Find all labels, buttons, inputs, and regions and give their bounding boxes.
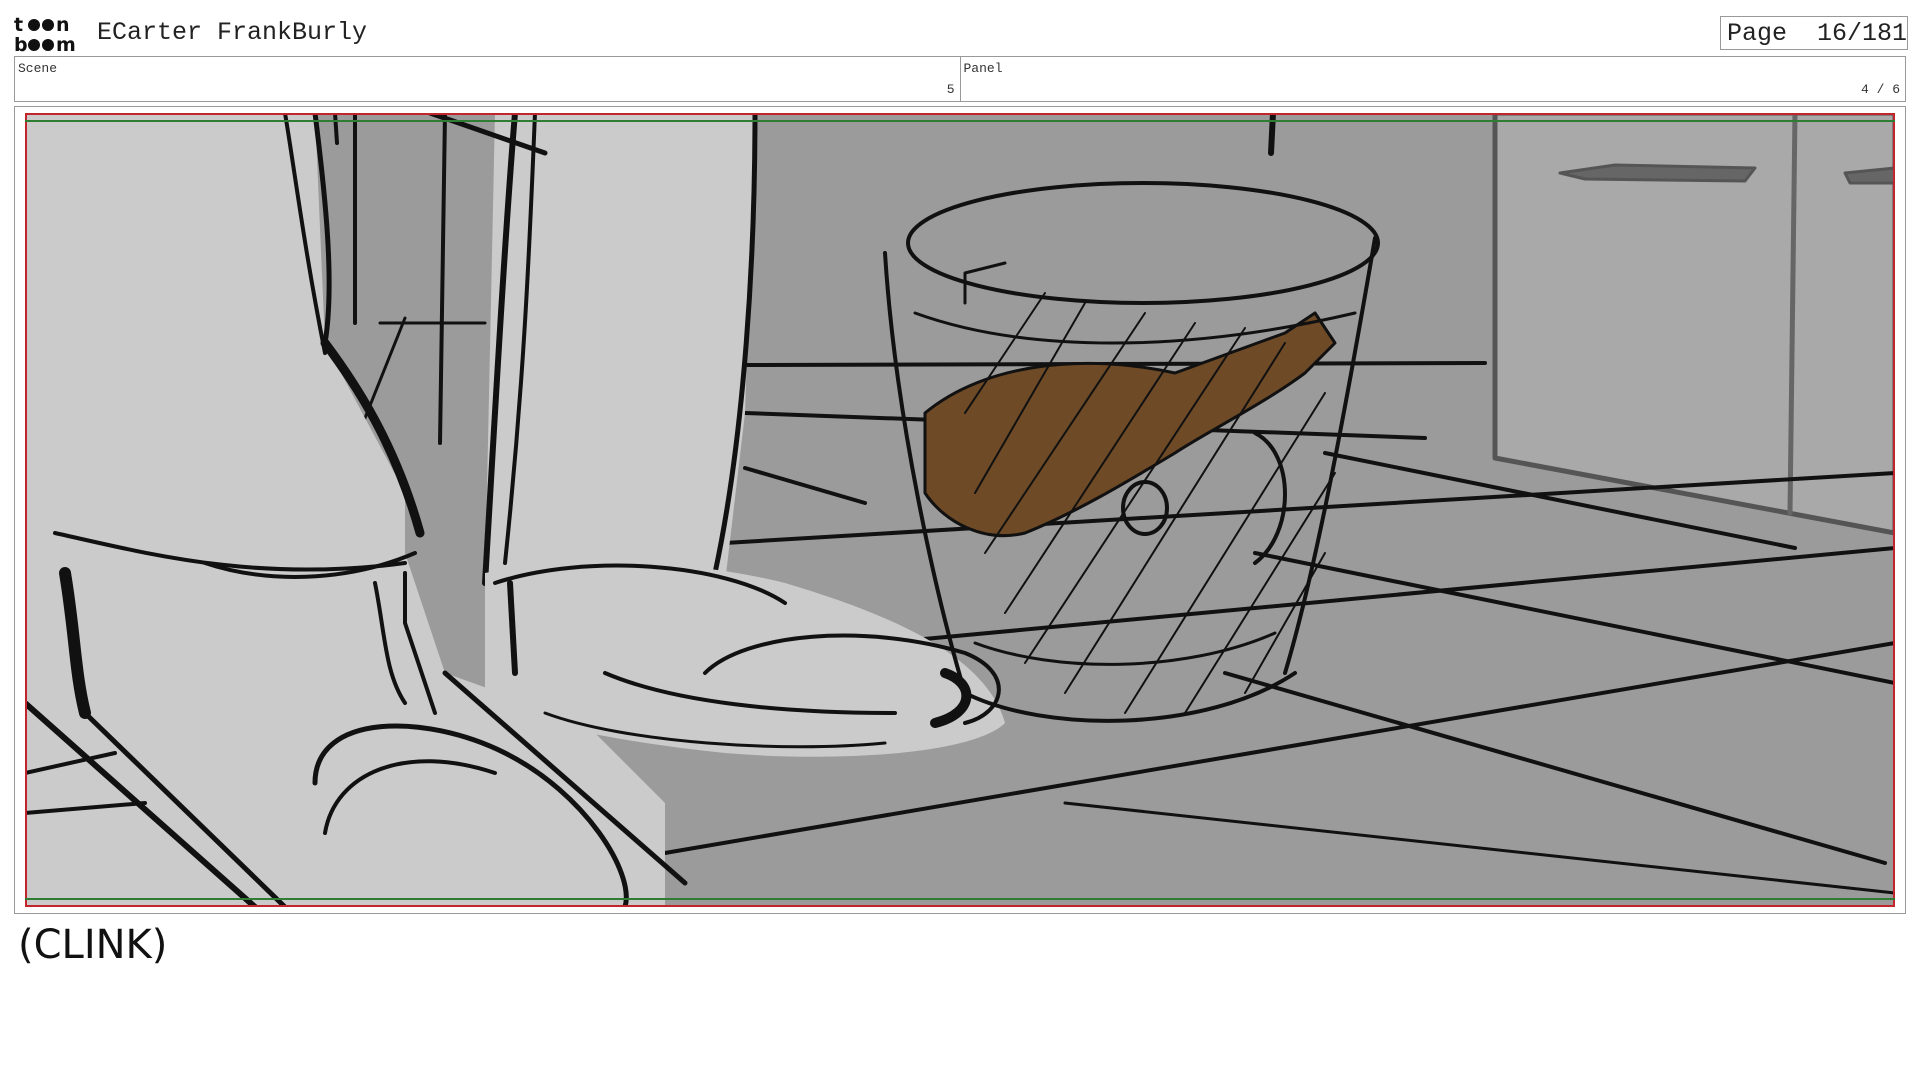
svg-text:m: m bbox=[56, 34, 76, 54]
panel-label: Panel bbox=[963, 61, 1003, 76]
scene-label: Scene bbox=[18, 61, 58, 76]
page-indicator: Page 16/181 bbox=[1720, 16, 1908, 50]
toon-boom-logo: t n b m bbox=[14, 14, 76, 54]
panel-cell: Panel 4 / 6 bbox=[959, 57, 1906, 101]
scene-value: 5 bbox=[946, 82, 955, 97]
scene-panel-info-bar: Scene 5 Panel 4 / 6 bbox=[14, 56, 1906, 102]
svg-text:n: n bbox=[56, 14, 70, 36]
panel-value: 4 / 6 bbox=[1860, 82, 1900, 97]
right-leg bbox=[485, 113, 755, 583]
svg-text:t: t bbox=[14, 14, 23, 36]
panel-dialogue: (CLINK) bbox=[18, 922, 168, 968]
storyboard-panel bbox=[14, 106, 1906, 914]
page-label: Page bbox=[1727, 18, 1788, 48]
panel-drawing bbox=[25, 113, 1895, 907]
page-number: 16/181 bbox=[1817, 18, 1908, 48]
svg-text:b: b bbox=[14, 34, 28, 54]
scene-cell: Scene 5 bbox=[15, 57, 960, 101]
project-title: ECarter FrankBurly bbox=[97, 18, 368, 47]
